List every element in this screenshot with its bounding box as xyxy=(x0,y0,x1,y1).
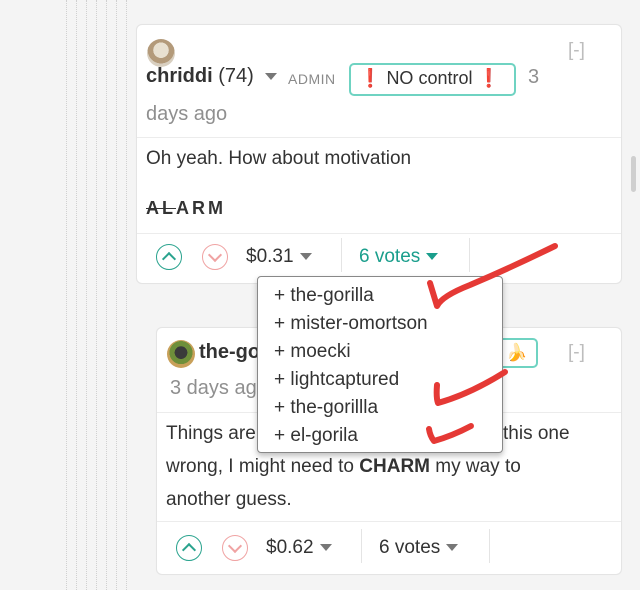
thread-guide-line xyxy=(126,0,127,590)
comment-body-line: wrong, I might need to CHARM my way to xyxy=(166,450,521,483)
banana-icon: 🍌 xyxy=(506,343,528,362)
author-name[interactable]: chriddi (74) xyxy=(146,65,278,88)
divider xyxy=(157,521,621,522)
comment-card: [-] chriddi (74) ADMIN ❗ NO control ❗ 3 … xyxy=(136,24,622,284)
exclamation-icon: ❗ xyxy=(477,68,500,88)
divider xyxy=(137,233,621,234)
upvote-button[interactable] xyxy=(176,535,202,561)
separator xyxy=(341,238,342,272)
caret-down-icon[interactable] xyxy=(319,544,332,552)
voter-item[interactable]: + el-gorila xyxy=(258,422,502,450)
payout-amount[interactable]: $0.62 xyxy=(266,537,314,558)
comment-body-line: this one xyxy=(503,423,570,444)
comment-body-line: Things are xyxy=(166,423,256,444)
author-username[interactable]: chriddi xyxy=(146,65,213,87)
timestamp[interactable]: 3 days ag xyxy=(170,377,257,400)
author-reputation: (74) xyxy=(218,65,254,87)
voter-item[interactable]: + lightcaptured xyxy=(258,366,502,394)
comment-body-line: another guess. xyxy=(166,489,292,510)
voter-item[interactable]: + moecki xyxy=(258,338,502,366)
caret-down-icon[interactable] xyxy=(299,253,312,261)
author-name[interactable]: the-go xyxy=(199,341,260,364)
alarm-text: ARM xyxy=(176,198,226,218)
voters-dropdown: + the-gorilla + mister-omortson + moecki… xyxy=(257,276,503,453)
comment-body-alarm: ALARM xyxy=(146,198,226,219)
collapse-button[interactable]: [-] xyxy=(568,40,585,62)
chevron-down-icon xyxy=(207,247,223,263)
avatar[interactable] xyxy=(147,39,175,67)
thread-guide-line xyxy=(116,0,117,590)
downvote-button[interactable] xyxy=(202,244,228,270)
separator xyxy=(361,529,362,563)
upvote-button[interactable] xyxy=(156,244,182,270)
chevron-up-icon xyxy=(181,542,197,558)
thread-guide-line xyxy=(106,0,107,590)
thread-guide-line xyxy=(86,0,87,590)
role-label: ADMIN xyxy=(288,71,336,87)
avatar[interactable] xyxy=(167,340,195,368)
votes-dropdown-toggle[interactable]: 6 votes xyxy=(359,246,439,268)
timestamp[interactable]: 3 xyxy=(528,66,539,89)
divider xyxy=(137,137,621,138)
voter-item[interactable]: + mister-omortson xyxy=(258,310,502,338)
payout-value[interactable]: $0.31 xyxy=(246,246,312,268)
caret-down-icon[interactable] xyxy=(446,544,459,552)
thread-guide-line xyxy=(76,0,77,590)
strikethrough-text: AL xyxy=(146,198,176,218)
chevron-down-icon xyxy=(227,538,243,554)
exclamation-icon: ❗ xyxy=(359,68,382,88)
caret-down-icon[interactable] xyxy=(426,253,439,261)
badge-text: NO control xyxy=(386,68,473,88)
chevron-up-icon xyxy=(161,251,177,267)
caret-down-icon[interactable] xyxy=(265,73,278,81)
votes-count[interactable]: 6 votes xyxy=(359,246,420,267)
status-badge: ❗ NO control ❗ xyxy=(349,63,516,96)
scrollbar-thumb[interactable] xyxy=(631,156,636,192)
votes-count[interactable]: 6 votes xyxy=(379,537,440,558)
payout-amount[interactable]: $0.31 xyxy=(246,246,294,267)
comment-body: Oh yeah. How about motivation xyxy=(146,148,412,169)
votes-dropdown-toggle[interactable]: 6 votes xyxy=(379,537,459,559)
collapse-button[interactable]: [-] xyxy=(568,342,585,364)
timestamp-continued[interactable]: days ago xyxy=(146,103,227,126)
body-text: wrong, I might need to xyxy=(166,456,360,477)
thread-guide-line xyxy=(96,0,97,590)
thread-guide-line xyxy=(66,0,67,590)
body-text-bold: CHARM xyxy=(359,456,430,477)
voter-item[interactable]: + the-gorillla xyxy=(258,394,502,422)
separator xyxy=(469,238,470,272)
downvote-button[interactable] xyxy=(222,535,248,561)
payout-value[interactable]: $0.62 xyxy=(266,537,332,559)
voter-item[interactable]: + the-gorilla xyxy=(258,282,502,310)
separator xyxy=(489,529,490,563)
body-text: my way to xyxy=(430,456,521,477)
